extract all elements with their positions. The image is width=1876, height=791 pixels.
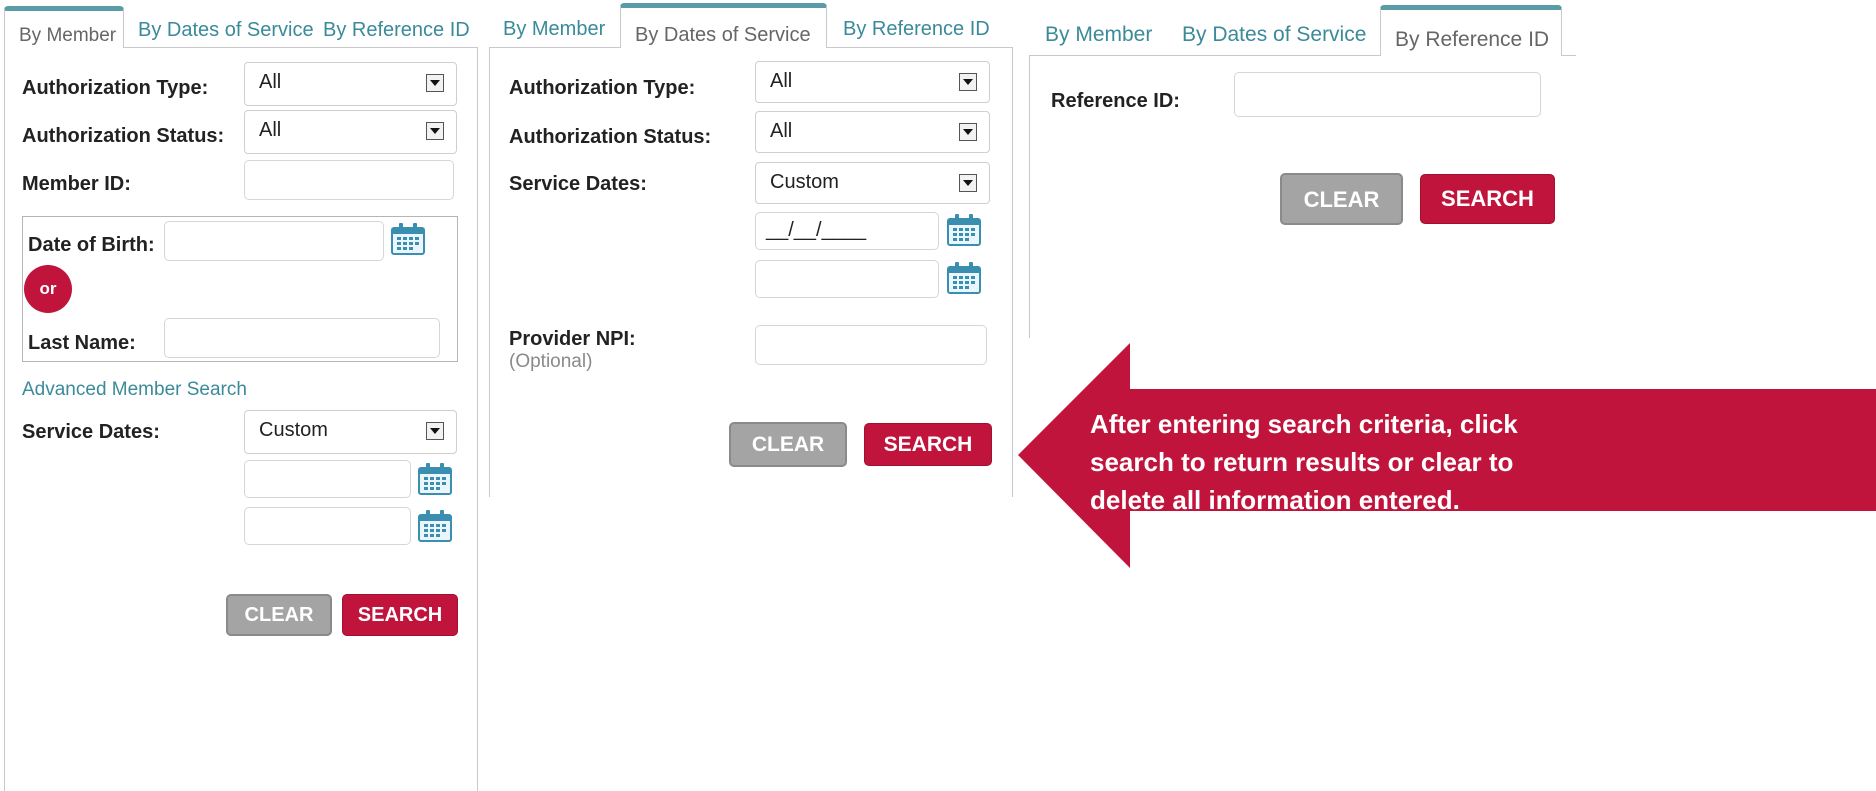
- panel-left-border: [1029, 55, 1030, 338]
- calendar-icon[interactable]: [390, 222, 426, 256]
- service-dates-label: Service Dates:: [22, 421, 160, 443]
- reference-id-label: Reference ID:: [1051, 90, 1180, 112]
- tab-underline: [1029, 55, 1380, 56]
- panel-right-border: [477, 47, 478, 791]
- member-id-label: Member ID:: [22, 173, 131, 195]
- tab-by-reference-id[interactable]: By Reference ID: [323, 19, 470, 42]
- tab-by-member[interactable]: By Member: [1045, 23, 1152, 47]
- tab-underline: [489, 47, 620, 48]
- service-dates-label: Service Dates:: [509, 173, 647, 195]
- tab-by-reference-id[interactable]: By Reference ID: [1380, 5, 1562, 56]
- calendar-icon[interactable]: [417, 462, 453, 496]
- authorization-type-select[interactable]: All: [244, 62, 457, 106]
- dropdown-arrow-icon: [426, 422, 444, 440]
- service-dates-value: Custom: [259, 419, 328, 441]
- service-dates-select[interactable]: Custom: [755, 162, 990, 204]
- tab-underline: [124, 47, 478, 48]
- authorization-type-select[interactable]: All: [755, 61, 990, 103]
- dropdown-arrow-icon: [426, 74, 444, 92]
- dropdown-arrow-icon: [959, 174, 977, 192]
- callout-text: After entering search criteria, click se…: [1090, 405, 1518, 519]
- dropdown-arrow-icon: [959, 123, 977, 141]
- tab-underline: [1562, 55, 1576, 56]
- member-id-input[interactable]: [244, 160, 454, 200]
- service-date-to-input[interactable]: [244, 507, 411, 545]
- reference-id-input[interactable]: [1234, 72, 1541, 117]
- dropdown-arrow-icon: [959, 73, 977, 91]
- provider-npi-input[interactable]: [755, 325, 987, 365]
- calendar-icon[interactable]: [946, 213, 982, 247]
- or-badge: or: [24, 265, 72, 313]
- authorization-status-select[interactable]: All: [244, 110, 457, 154]
- callout-line-3: delete all information entered.: [1090, 485, 1460, 515]
- authorization-type-label: Authorization Type:: [509, 77, 696, 99]
- tab-by-dates-of-service[interactable]: By Dates of Service: [1182, 23, 1366, 47]
- clear-button[interactable]: CLEAR: [729, 422, 847, 467]
- advanced-member-search-link[interactable]: Advanced Member Search: [22, 379, 247, 401]
- service-date-to-input[interactable]: [755, 260, 939, 298]
- date-of-birth-input[interactable]: [164, 221, 384, 261]
- tab-underline: [827, 47, 1013, 48]
- tab-by-member[interactable]: By Member: [503, 18, 605, 41]
- callout-line-1: After entering search criteria, click: [1090, 409, 1518, 439]
- authorization-type-label: Authorization Type:: [22, 77, 209, 99]
- service-dates-value: Custom: [770, 171, 839, 193]
- clear-button[interactable]: CLEAR: [226, 594, 332, 636]
- tab-by-dates-of-service[interactable]: By Dates of Service: [620, 3, 827, 48]
- authorization-status-select[interactable]: All: [755, 111, 990, 153]
- date-of-birth-label: Date of Birth:: [28, 234, 155, 256]
- tab-by-reference-id[interactable]: By Reference ID: [843, 18, 990, 41]
- tab-by-dates-of-service[interactable]: By Dates of Service: [138, 19, 314, 42]
- tab-by-member[interactable]: By Member: [4, 6, 124, 48]
- clear-button[interactable]: CLEAR: [1280, 173, 1403, 225]
- authorization-status-label: Authorization Status:: [509, 126, 712, 148]
- authorization-status-value: All: [259, 119, 282, 141]
- search-button[interactable]: SEARCH: [1420, 174, 1555, 224]
- last-name-input[interactable]: [164, 318, 440, 358]
- panel-left-border: [489, 47, 490, 497]
- calendar-icon[interactable]: [946, 261, 982, 295]
- panel-right-border: [1012, 47, 1013, 497]
- authorization-status-value: All: [770, 120, 793, 142]
- service-dates-select[interactable]: Custom: [244, 410, 457, 454]
- search-button[interactable]: SEARCH: [864, 423, 992, 466]
- search-button[interactable]: SEARCH: [342, 594, 458, 636]
- dropdown-arrow-icon: [426, 122, 444, 140]
- service-date-from-input[interactable]: __/__/____: [755, 212, 939, 250]
- callout-line-2: search to return results or clear to: [1090, 447, 1514, 477]
- service-date-from-input[interactable]: [244, 460, 411, 498]
- date-mask: __/__/____: [766, 219, 867, 241]
- authorization-type-value: All: [770, 70, 793, 92]
- authorization-status-label: Authorization Status:: [22, 125, 225, 147]
- calendar-icon[interactable]: [417, 509, 453, 543]
- authorization-type-value: All: [259, 71, 282, 93]
- provider-npi-optional-hint: (Optional): [509, 351, 593, 372]
- last-name-label: Last Name:: [28, 332, 136, 354]
- provider-npi-label: Provider NPI:: [509, 328, 636, 350]
- panel-left-border: [4, 47, 5, 791]
